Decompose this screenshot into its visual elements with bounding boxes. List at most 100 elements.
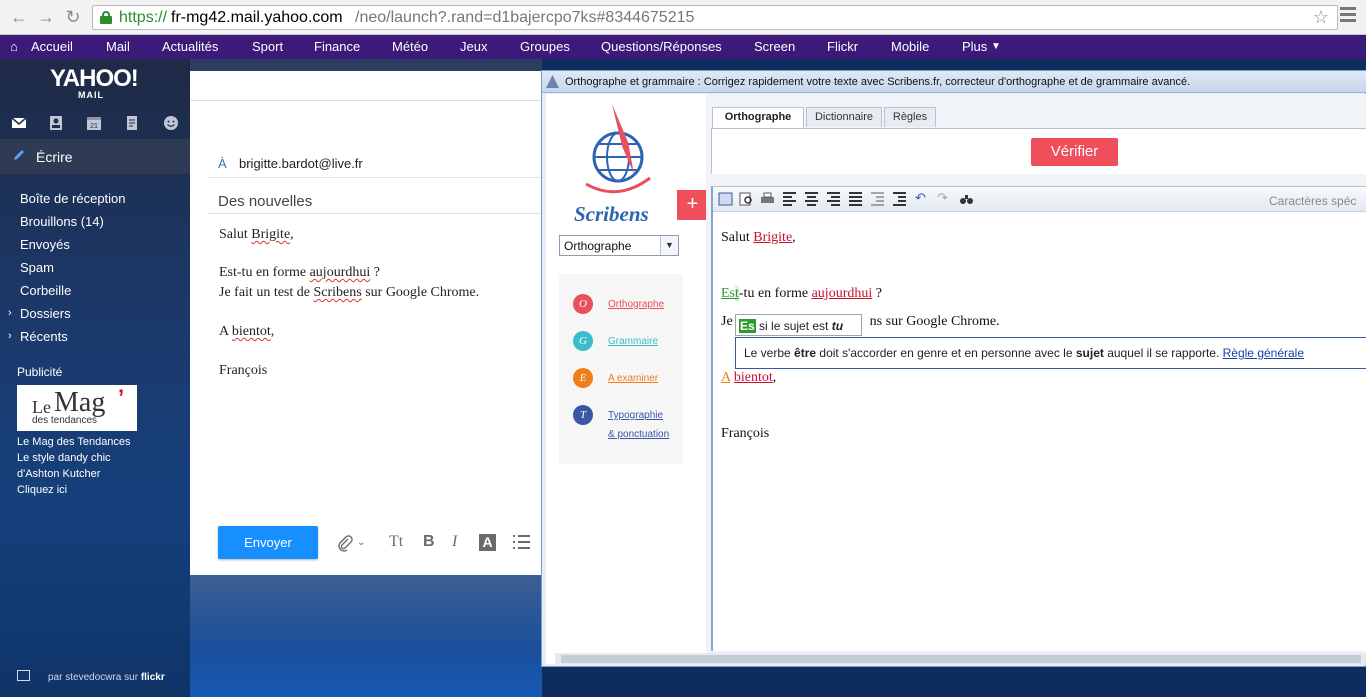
editor-line: Salut Brigite,: [721, 230, 796, 245]
yahoo-logo[interactable]: YAHOO!: [50, 65, 139, 93]
paperclip-icon[interactable]: [336, 534, 354, 552]
send-button[interactable]: Envoyer: [218, 526, 318, 559]
folder-inbox[interactable]: Boîte de réception: [20, 191, 126, 206]
nav-item-flickr[interactable]: Flickr: [827, 39, 858, 54]
messenger-icon[interactable]: [163, 115, 179, 131]
nav-item-actualites[interactable]: Actualités: [162, 39, 218, 54]
align-right-icon[interactable]: [827, 192, 842, 206]
align-center-icon[interactable]: [805, 192, 820, 206]
chevron-down-icon[interactable]: ▼: [660, 236, 678, 255]
scribens-title-bar[interactable]: Orthographe et grammaire : Corrigez rapi…: [542, 71, 1366, 93]
tab-dictionnaire[interactable]: Dictionnaire: [806, 107, 882, 127]
menu-orthographe[interactable]: Orthographe: [608, 299, 664, 310]
indent-icon[interactable]: [893, 192, 908, 206]
align-left-icon[interactable]: [783, 192, 798, 206]
nav-item-sport[interactable]: Sport: [252, 39, 283, 54]
to-field[interactable]: brigitte.bardot@live.fr: [239, 156, 363, 171]
menu-ponctuation[interactable]: & ponctuation: [608, 429, 669, 440]
nav-item-mail[interactable]: Mail: [106, 39, 130, 54]
chevron-right-icon[interactable]: ›: [8, 330, 12, 342]
italic-button[interactable]: I: [452, 533, 457, 551]
mode-select[interactable]: Orthographe ▼: [559, 235, 679, 256]
browser-toolbar: ← → ↻ https:// fr-mg42.mail.yahoo.com /n…: [0, 0, 1366, 35]
mail-body-line[interactable]: Salut Brigite,: [219, 227, 294, 243]
ad-line[interactable]: Cliquez ici: [17, 484, 67, 496]
nav-item-screen[interactable]: Screen: [754, 39, 795, 54]
preview-icon[interactable]: [739, 192, 754, 206]
text-color-button[interactable]: A: [479, 534, 496, 551]
reload-icon[interactable]: ↻: [62, 6, 84, 28]
folder-spam[interactable]: Spam: [20, 260, 54, 275]
scribens-logo-globe: [585, 104, 651, 194]
nav-item-meteo[interactable]: Météo: [392, 39, 428, 54]
contacts-icon[interactable]: [48, 115, 64, 131]
list-icon[interactable]: [513, 535, 530, 549]
yahoo-top-nav: ⌂ Accueil Mail Actualités Sport Finance …: [0, 35, 1366, 59]
url-host: fr-mg42.mail.yahoo.com: [171, 9, 343, 26]
pencil-icon: [14, 150, 24, 160]
ad-line[interactable]: d'Ashton Kutcher: [17, 468, 100, 480]
mail-body-line[interactable]: Je fait un test de Scribens sur Google C…: [219, 285, 479, 301]
nav-item-accueil[interactable]: Accueil: [31, 39, 73, 54]
mail-sidebar: YAHOO! MAIL 21 Écrire Boîte de réception…: [0, 59, 190, 697]
divider: [208, 213, 542, 214]
browser-menu-icon[interactable]: [1340, 7, 1356, 23]
ad-line[interactable]: Le style dandy chic: [17, 452, 111, 464]
folder-sent[interactable]: Envoyés: [20, 237, 70, 252]
horizontal-scrollbar[interactable]: [555, 653, 1366, 665]
ad-line[interactable]: Le Mag des Tendances: [17, 436, 131, 448]
suggestion-badge[interactable]: Es: [739, 319, 756, 333]
chevron-right-icon[interactable]: ›: [8, 307, 12, 319]
mail-icon[interactable]: [11, 115, 27, 131]
address-bar[interactable]: https:// fr-mg42.mail.yahoo.com /neo/lau…: [92, 5, 1338, 30]
find-icon[interactable]: [959, 192, 974, 206]
add-button[interactable]: +: [677, 190, 708, 220]
mail-body-line[interactable]: A bientot,: [219, 324, 274, 340]
undo-icon[interactable]: ↶: [915, 190, 930, 205]
folder-folders[interactable]: Dossiers: [20, 306, 71, 321]
redo-icon[interactable]: ↷: [937, 190, 952, 205]
nav-item-mobile[interactable]: Mobile: [891, 39, 929, 54]
chevron-down-icon[interactable]: ⌄: [357, 537, 365, 548]
bold-button[interactable]: B: [423, 533, 435, 551]
print-icon[interactable]: [760, 192, 775, 206]
folder-recent[interactable]: Récents: [20, 329, 68, 344]
rule-link[interactable]: Règle générale: [1223, 346, 1304, 360]
tab-orthographe[interactable]: Orthographe: [712, 107, 804, 128]
menu-grammaire[interactable]: Grammaire: [608, 336, 658, 347]
mail-body-line[interactable]: Est-tu en forme aujourdhui ?: [219, 265, 380, 281]
folder-trash[interactable]: Corbeille: [20, 283, 71, 298]
font-size-button[interactable]: Tt: [389, 533, 403, 551]
verify-button[interactable]: Vérifier: [1031, 138, 1118, 166]
nav-item-finance[interactable]: Finance: [314, 39, 360, 54]
menu-a-examiner[interactable]: A examiner: [608, 373, 658, 384]
back-arrow-icon[interactable]: ←: [8, 6, 30, 28]
folder-drafts[interactable]: Brouillons (14): [20, 214, 104, 229]
menu-typographie[interactable]: Typographie: [608, 410, 663, 421]
scrollbar-thumb[interactable]: [561, 655, 1361, 663]
photo-credit[interactable]: par stevedocwra sur flickr: [48, 672, 165, 683]
source-icon[interactable]: [718, 192, 733, 206]
nav-item-jeux[interactable]: Jeux: [460, 39, 487, 54]
subject-field[interactable]: Des nouvelles: [218, 193, 312, 210]
ad-logo[interactable]: Le Mag ’ des tendances: [17, 385, 137, 431]
notepad-icon[interactable]: [124, 115, 140, 131]
mail-body-line[interactable]: François: [219, 363, 267, 379]
suggestion-tooltip[interactable]: Es si le sujet est tu: [735, 314, 862, 336]
text-editor[interactable]: ↶ ↷ Caractères spéc Salut Brigite, Est-t…: [711, 186, 1366, 651]
ad-logo-sub: des tendances: [32, 415, 98, 426]
nav-item-questions[interactable]: Questions/Réponses: [601, 39, 722, 54]
compose-button[interactable]: Écrire: [0, 139, 190, 174]
nav-item-plus[interactable]: Plus: [962, 39, 987, 54]
home-icon[interactable]: ⌂: [10, 39, 18, 54]
justify-icon[interactable]: [849, 192, 864, 206]
tab-regles[interactable]: Règles: [884, 107, 936, 127]
scribens-side-panel: Scribens Orthographe ▼ O Orthographe G G…: [546, 94, 706, 664]
special-characters-label[interactable]: Caractères spéc: [1269, 194, 1356, 208]
outdent-icon[interactable]: [871, 192, 886, 206]
nav-item-groupes[interactable]: Groupes: [520, 39, 570, 54]
forward-arrow-icon[interactable]: →: [35, 6, 57, 28]
flickr-brand: flickr: [140, 672, 165, 683]
bookmark-star-icon[interactable]: ☆: [1313, 7, 1329, 28]
calendar-icon[interactable]: 21: [86, 115, 102, 131]
